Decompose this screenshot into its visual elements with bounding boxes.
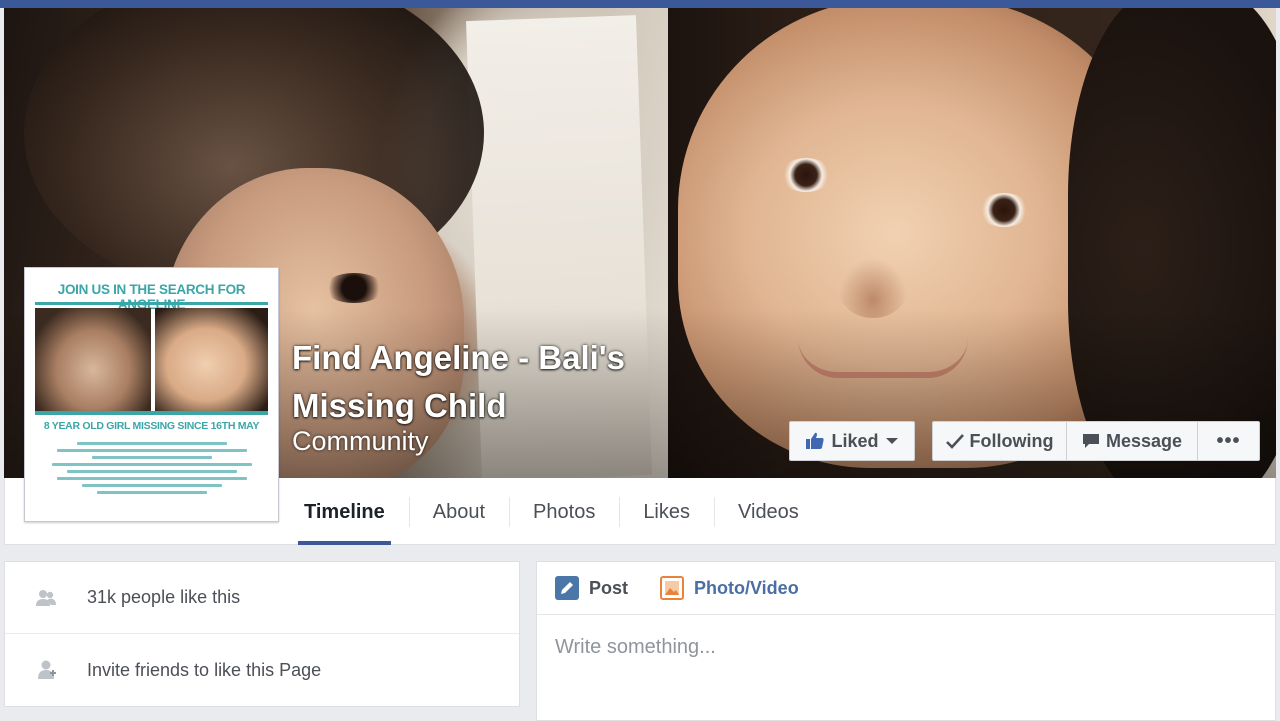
photo-video-tab-label: Photo/Video <box>694 577 799 598</box>
poster-subheadline: 8 YEAR OLD GIRL MISSING SINCE 16TH MAY <box>43 420 260 432</box>
people-icon <box>36 590 56 606</box>
profile-picture[interactable]: JOIN US IN THE SEARCH FOR ANGELINE 8 YEA… <box>24 267 279 522</box>
more-options-button[interactable]: ••• <box>1197 421 1260 461</box>
tab-photos[interactable]: Photos <box>509 479 619 545</box>
page-category[interactable]: Community <box>292 426 429 457</box>
liked-button[interactable]: Liked <box>789 421 915 461</box>
caret-down-icon <box>885 438 898 444</box>
liked-label: Liked <box>831 430 879 451</box>
write-something-input[interactable]: Write something... <box>555 636 716 659</box>
message-label: Message <box>1105 430 1183 451</box>
pencil-icon <box>555 576 579 600</box>
page-tabs: Timeline About Photos Likes Videos <box>280 479 823 545</box>
poster-photo-right <box>155 308 268 411</box>
composer-tab-post[interactable]: Post <box>555 576 628 600</box>
checkmark-icon <box>945 434 964 449</box>
search-poster: JOIN US IN THE SEARCH FOR ANGELINE 8 YEA… <box>29 272 274 517</box>
poster-photo-left <box>35 308 151 411</box>
message-bubble-icon <box>1082 434 1099 448</box>
poster-fine-print <box>45 438 258 498</box>
page-title[interactable]: Find Angeline - Bali's Missing Child <box>292 334 712 430</box>
following-button[interactable]: Following <box>932 421 1067 461</box>
photo-icon <box>660 576 685 600</box>
post-composer: Post Photo/Video Write something... <box>536 561 1276 721</box>
page-info-card: 31k people like this Invite friends to l… <box>4 561 520 707</box>
top-nav-bar <box>0 0 1280 8</box>
thumbs-up-icon <box>806 432 825 449</box>
invite-friends-row[interactable]: Invite friends to like this Page <box>5 634 519 706</box>
tab-videos[interactable]: Videos <box>714 479 823 545</box>
composer-tabs: Post Photo/Video <box>537 562 1275 615</box>
likes-count-row[interactable]: 31k people like this <box>5 562 519 634</box>
tab-timeline[interactable]: Timeline <box>280 479 409 545</box>
invite-friends-icon <box>38 660 56 679</box>
message-button[interactable]: Message <box>1066 421 1198 461</box>
likes-count-text: 31k people like this <box>87 587 241 607</box>
composer-tab-photo-video[interactable]: Photo/Video <box>660 576 799 600</box>
post-tab-label: Post <box>589 577 629 598</box>
more-dots-icon: ••• <box>1216 429 1241 452</box>
tab-about[interactable]: About <box>408 479 509 545</box>
tab-likes[interactable]: Likes <box>619 479 714 545</box>
following-label: Following <box>969 430 1054 451</box>
invite-friends-text: Invite friends to like this Page <box>87 659 322 680</box>
